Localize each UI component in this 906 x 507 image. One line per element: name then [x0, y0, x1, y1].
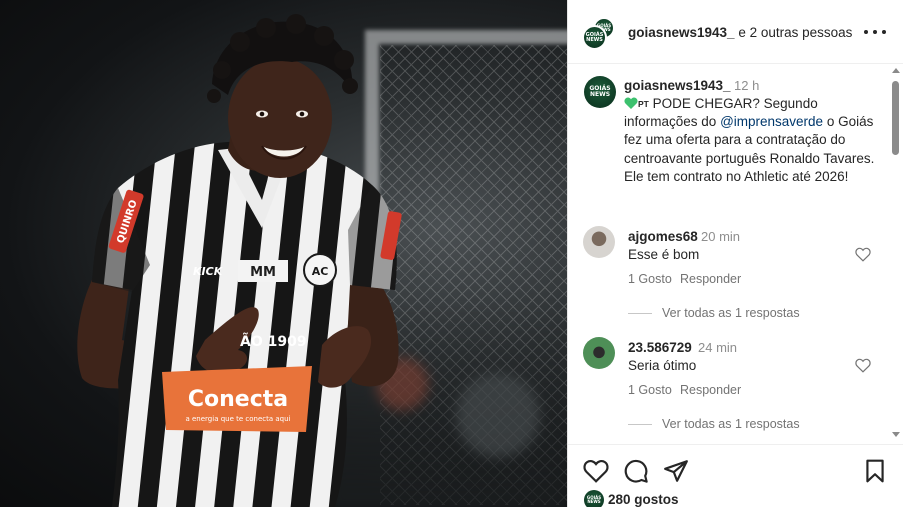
post-actions: GOIÁS NEWS 280 gostos: [568, 444, 903, 507]
caption-username[interactable]: goiasnews1943_: [624, 78, 731, 93]
view-replies-link[interactable]: Ver todas as 1 respostas: [628, 417, 800, 431]
scrollbar-thumb[interactable]: [892, 81, 899, 155]
post-image[interactable]: QUINRO KICK MM AC ÃO 1909 Conecta a ener…: [0, 0, 567, 507]
reply-button[interactable]: Responder: [680, 383, 741, 397]
number-text: ÃO 1909: [240, 333, 307, 350]
comment-time[interactable]: 20 min: [701, 229, 740, 244]
post-header: GOIÁS NEWS GOIÁS NEWS goiasnews1943_ e 2…: [568, 0, 903, 64]
scrollbar[interactable]: [890, 66, 902, 440]
comment-text: Seria ótimo: [628, 358, 697, 373]
view-replies-text[interactable]: Ver todas as 1 respostas: [662, 417, 800, 431]
brand-logo: KICK: [193, 265, 224, 278]
heart-icon[interactable]: [583, 458, 609, 484]
comment-likes[interactable]: 1 Gosto: [628, 383, 672, 397]
reply-button[interactable]: Responder: [680, 272, 741, 286]
header-username[interactable]: goiasnews1943_: [628, 25, 735, 40]
caption-text: PT PODE CHEGAR? Segundo informações do @…: [624, 95, 886, 186]
comment-username[interactable]: ajgomes68: [628, 229, 698, 244]
logo-text: GOIÁS NEWS: [589, 85, 611, 98]
post-side-panel: GOIÁS NEWS GOIÁS NEWS goiasnews1943_ e 2…: [567, 0, 906, 507]
mention-link[interactable]: @imprensaverde: [720, 114, 823, 129]
collab-text[interactable]: e 2 outras pessoas: [735, 25, 852, 40]
logo-text: GOIÁS NEWS: [586, 495, 602, 504]
view-replies-link[interactable]: Ver todas as 1 respostas: [628, 306, 800, 320]
main-sponsor-tagline: a energia que te conecta aqui: [185, 415, 290, 423]
player-figure: QUINRO KICK MM AC ÃO 1909 Conecta a ener…: [77, 14, 402, 507]
logo-text: GOIÁS NEWS: [585, 31, 604, 43]
club-badge: AC: [312, 265, 329, 278]
comment-time[interactable]: 24 min: [698, 340, 737, 355]
scroll-down-arrow[interactable]: [892, 432, 900, 437]
caption-time[interactable]: 12 h: [734, 78, 759, 93]
author-avatar[interactable]: GOIÁS NEWS: [582, 25, 607, 50]
heart-icon[interactable]: [855, 358, 871, 373]
chest-sponsor: MM: [250, 265, 276, 280]
comment-text: Esse é bom: [628, 247, 700, 262]
scroll-up-arrow[interactable]: [892, 68, 900, 73]
view-replies-text[interactable]: Ver todas as 1 respostas: [662, 306, 800, 320]
comment-icon[interactable]: [623, 458, 649, 484]
comment-likes[interactable]: 1 Gosto: [628, 272, 672, 286]
comments-scroll-area[interactable]: GOIÁS NEWS goiasnews1943_ 12 h PT PODE C…: [568, 65, 903, 443]
comment-avatar[interactable]: [583, 337, 615, 369]
caption-avatar[interactable]: GOIÁS NEWS: [584, 76, 616, 108]
flag-pt: PT: [638, 99, 649, 109]
heart-icon[interactable]: [855, 247, 871, 262]
share-icon[interactable]: [663, 458, 689, 484]
bookmark-icon[interactable]: [862, 458, 888, 484]
likes-avatar[interactable]: GOIÁS NEWS: [584, 490, 604, 507]
header-username-line[interactable]: goiasnews1943_ e 2 outras pessoas: [628, 25, 852, 40]
more-icon[interactable]: [864, 24, 886, 40]
comment-username[interactable]: 23.586729: [628, 340, 692, 355]
green-heart-icon: [624, 97, 638, 109]
main-sponsor: Conecta: [188, 387, 288, 412]
likes-count[interactable]: 280 gostos: [608, 492, 679, 507]
comment-avatar[interactable]: [583, 226, 615, 258]
